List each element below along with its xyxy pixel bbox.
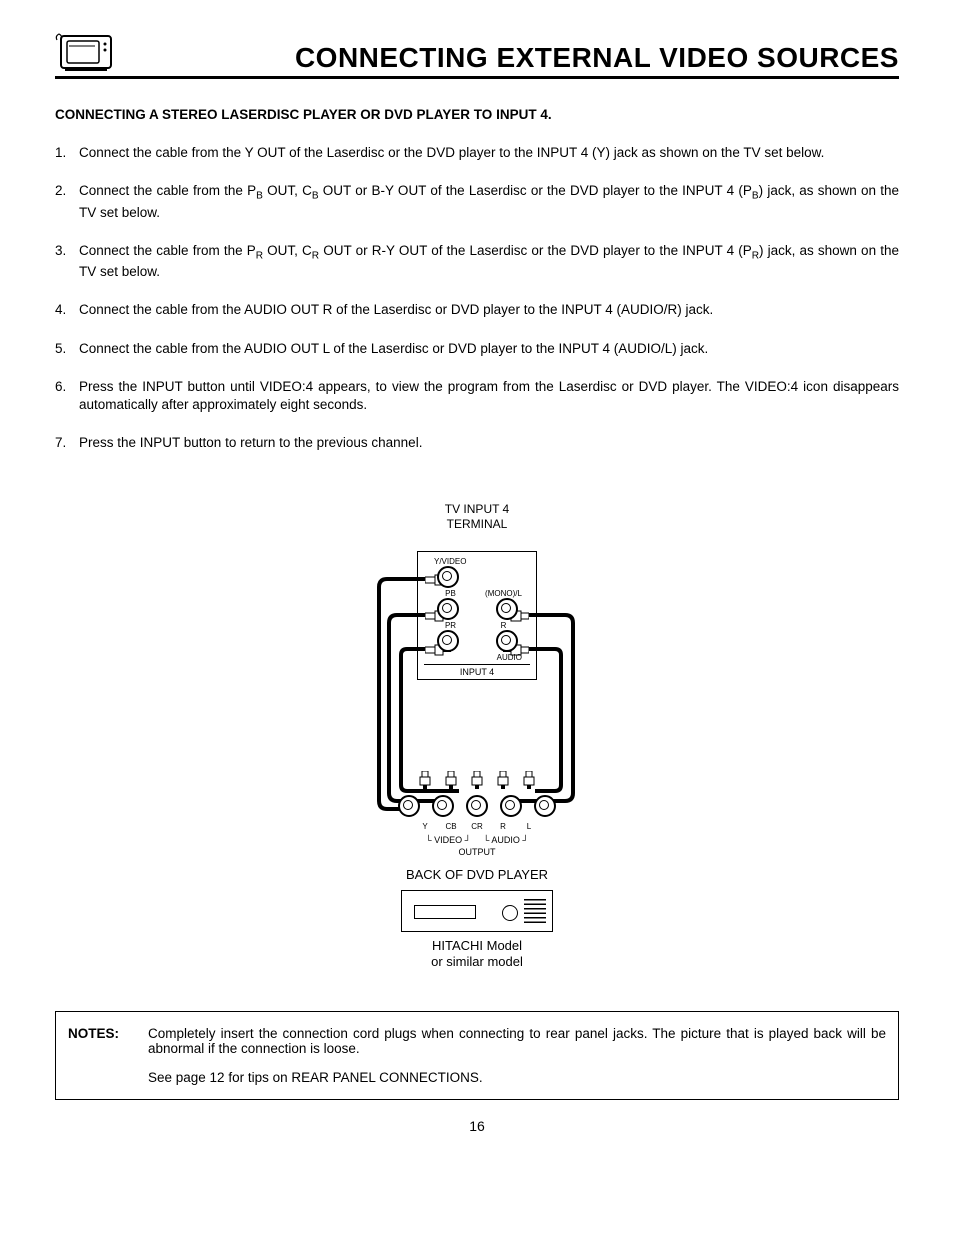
diagram-tv-title: TV INPUT 4 TERMINAL — [327, 502, 627, 531]
instruction-step: Press the INPUT button to return to the … — [55, 434, 899, 452]
jack-label: PB — [424, 590, 477, 598]
page-header: CONNECTING EXTERNAL VIDEO SOURCES — [55, 30, 899, 79]
page-number: 16 — [55, 1118, 899, 1134]
jack-icon — [437, 598, 459, 620]
jack-icon — [496, 630, 518, 652]
jack-label: R — [477, 622, 530, 630]
tv-icon — [55, 30, 117, 74]
dvd-player-icon — [401, 890, 553, 932]
jack-label: Y/VIDEO — [424, 558, 530, 566]
connection-diagram: TV INPUT 4 TERMINAL Y/VIDE — [327, 502, 627, 970]
instruction-step: Connect the cable from the PB OUT, CB OU… — [55, 182, 899, 222]
instruction-step: Connect the cable from the AUDIO OUT R o… — [55, 301, 899, 319]
instruction-step: Connect the cable from the PR OUT, CR OU… — [55, 242, 899, 282]
jack-icon — [496, 598, 518, 620]
jack-label: (MONO)/L — [477, 590, 530, 598]
notes-label: NOTES: — [68, 1026, 148, 1085]
section-heading: CONNECTING A STEREO LASERDISC PLAYER OR … — [55, 107, 899, 122]
dvd-model-caption: HITACHI Model or similar model — [327, 938, 627, 971]
instruction-step: Press the INPUT button until VIDEO:4 app… — [55, 378, 899, 414]
notes-box: NOTES: Completely insert the connection … — [55, 1011, 899, 1100]
jack-label: AUDIO — [424, 654, 530, 662]
instruction-step: Connect the cable from the Y OUT of the … — [55, 144, 899, 162]
instruction-step: Connect the cable from the AUDIO OUT L o… — [55, 340, 899, 358]
jack-label: PR — [424, 622, 477, 630]
dvd-caption: BACK OF DVD PLAYER — [327, 867, 627, 882]
page-title: CONNECTING EXTERNAL VIDEO SOURCES — [295, 42, 899, 74]
jack-icon — [437, 630, 459, 652]
panel-name-label: INPUT 4 — [424, 665, 530, 677]
jack-icon — [437, 566, 459, 588]
instruction-list: Connect the cable from the Y OUT of the … — [55, 144, 899, 452]
notes-body: Completely insert the connection cord pl… — [148, 1026, 886, 1085]
